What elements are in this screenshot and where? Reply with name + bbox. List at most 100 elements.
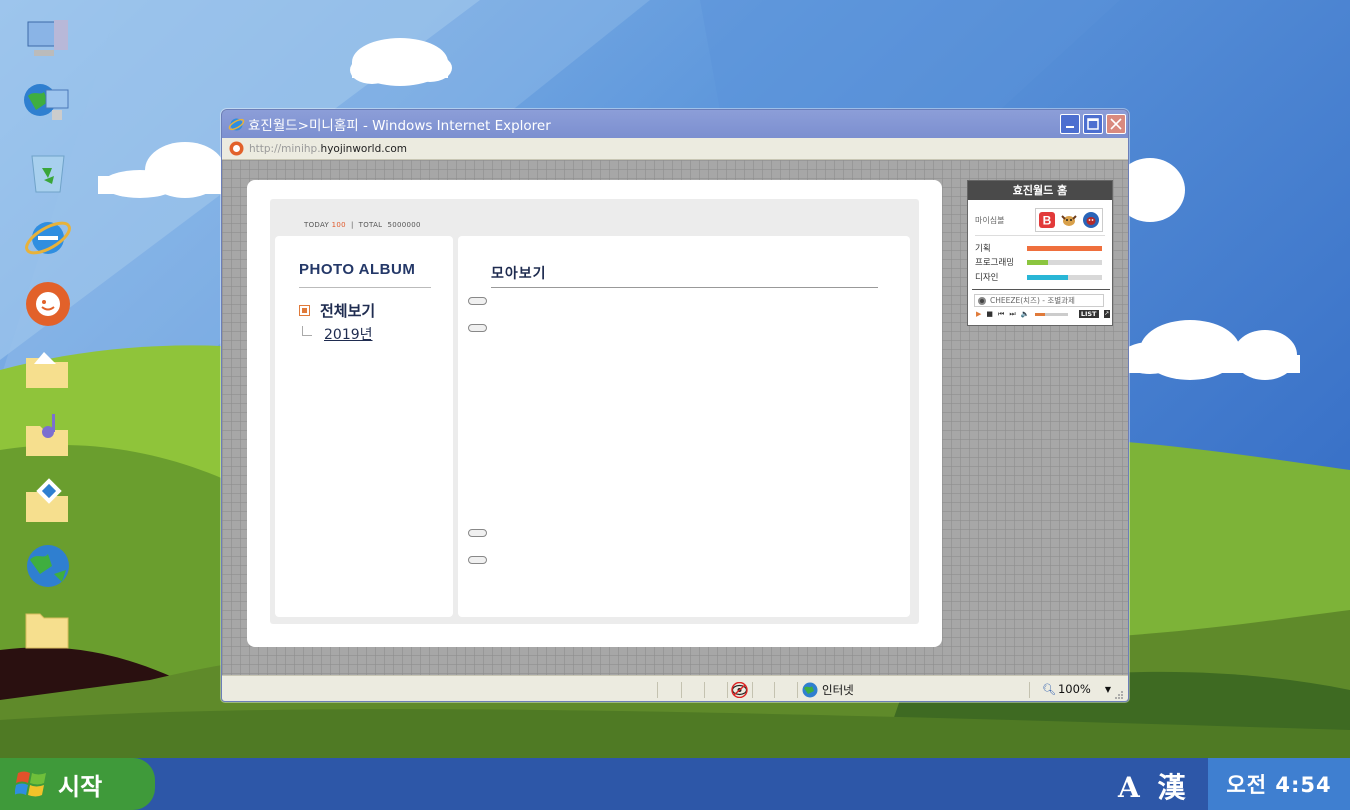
divider — [681, 682, 682, 698]
music-folder-icon[interactable] — [22, 410, 74, 462]
stat-design: 디자인 — [975, 271, 1105, 283]
previous-icon[interactable]: ⏮ — [998, 310, 1004, 318]
volume-slider[interactable] — [1035, 312, 1068, 316]
minihompy-book: TODAY 100 | TOTAL 5000000 PHOTO ALBUM 전체… — [270, 199, 919, 624]
stat-bar — [1027, 259, 1102, 265]
stat-fill — [1027, 259, 1048, 265]
tree-branch-icon — [302, 326, 312, 336]
start-button[interactable]: 시작 — [0, 758, 155, 810]
folder-icon[interactable] — [22, 604, 74, 656]
my-computer-icon[interactable] — [22, 14, 74, 66]
divider — [752, 682, 753, 698]
stop-icon[interactable]: ■ — [986, 310, 993, 318]
right-page: 모아보기 — [458, 236, 910, 617]
track-title: CHEEZE(치즈) - 조별과제 — [990, 296, 1075, 305]
music-player: CHEEZE(치즈) - 조별과제 ▶ ■ ⏮ ⏭ 🔈 LIST ↗ — [972, 289, 1110, 323]
playlist-button[interactable]: LIST — [1078, 310, 1099, 318]
widget-title[interactable]: 효진월드 홈 — [968, 181, 1112, 200]
my-symbol-row: 마이심볼 B — [975, 208, 1105, 232]
maximize-icon — [1087, 118, 1099, 130]
privacy-icon[interactable] — [731, 682, 748, 698]
clock[interactable]: 오전 4:54 — [1226, 769, 1331, 799]
globe-icon[interactable] — [22, 540, 74, 592]
window-title: 효진월드>미니홈피 - Windows Internet Explorer — [248, 118, 551, 134]
section-title: 모아보기 — [491, 266, 547, 282]
internet-zone-icon — [802, 682, 818, 698]
profile-widget: 효진월드 홈 마이심볼 B 기획 프로그래밍 디자인 CHEEZE(치즈) - … — [967, 180, 1113, 326]
divider — [491, 287, 878, 288]
system-tray: 오전 4:54 — [1208, 758, 1350, 810]
binder-ring — [468, 556, 487, 564]
documents-folder-icon[interactable] — [22, 476, 74, 528]
chevron-down-icon[interactable]: ▼ — [1105, 685, 1111, 694]
address-url[interactable]: http://minihp.hyojinworld.com — [249, 143, 407, 155]
play-icon[interactable]: ▶ — [976, 310, 981, 318]
security-zone[interactable]: 인터넷 — [802, 682, 854, 698]
visit-counter: TODAY 100 | TOTAL 5000000 — [304, 221, 421, 229]
stat-planning: 기획 — [975, 242, 1105, 254]
divider — [299, 287, 431, 288]
zone-label: 인터넷 — [822, 683, 854, 697]
binder-ring — [468, 529, 487, 537]
divider — [657, 682, 658, 698]
recycle-bin-icon[interactable] — [22, 146, 74, 198]
bull-icon[interactable] — [1081, 210, 1101, 230]
title-bar[interactable]: 효진월드>미니홈피 - Windows Internet Explorer — [222, 110, 1128, 138]
taskbar: 시작 A 漢 오전 4:54 — [0, 758, 1350, 810]
start-label: 시작 — [58, 772, 103, 801]
divider — [774, 682, 775, 698]
album-title: PHOTO ALBUM — [299, 261, 416, 278]
cyworld-icon[interactable] — [22, 278, 74, 330]
symbol-label: 마이심볼 — [975, 215, 1005, 225]
address-bar[interactable]: http://minihp.hyojinworld.com — [222, 138, 1128, 160]
maximize-button[interactable] — [1083, 114, 1103, 134]
selected-bullet-icon — [299, 305, 310, 316]
divider — [727, 682, 728, 698]
divider — [797, 682, 798, 698]
minimize-icon — [1066, 126, 1074, 128]
symbol-box: B — [1035, 208, 1103, 232]
divider — [1029, 682, 1030, 698]
track-display[interactable]: CHEEZE(치즈) - 조별과제 — [974, 294, 1104, 307]
b-badge-icon[interactable]: B — [1037, 210, 1057, 230]
internet-explorer-icon — [228, 118, 245, 130]
menu-item-label: 전체보기 — [320, 302, 376, 320]
total-count: 5000000 — [387, 221, 421, 229]
player-controls: ▶ ■ ⏮ ⏭ 🔈 LIST ↗ — [976, 310, 1110, 318]
status-bar: 인터넷 🔍︎ 100% ▼ — [222, 675, 1128, 701]
binder-ring — [468, 324, 487, 332]
binder-ring — [468, 297, 487, 305]
close-button[interactable] — [1106, 114, 1126, 134]
menu-item-all[interactable]: 전체보기 — [299, 300, 375, 321]
volume-fill — [1035, 312, 1046, 316]
today-count: 100 — [331, 221, 346, 229]
close-icon — [1110, 118, 1122, 130]
stat-fill — [1027, 245, 1102, 251]
stat-bar — [1027, 274, 1102, 280]
resize-grip-icon[interactable] — [1114, 690, 1124, 700]
divider — [704, 682, 705, 698]
expand-button[interactable]: ↗ — [1103, 310, 1110, 318]
pictures-folder-icon[interactable] — [22, 344, 74, 396]
menu-item-2019[interactable]: 2019년 — [302, 324, 373, 344]
left-page: PHOTO ALBUM 전체보기 2019년 — [275, 236, 453, 617]
stat-fill — [1027, 274, 1069, 280]
stat-programming: 프로그래밍 — [975, 256, 1105, 268]
ime-indicator[interactable]: A 漢 — [1118, 766, 1189, 806]
minihompy-frame: TODAY 100 | TOTAL 5000000 PHOTO ALBUM 전체… — [247, 180, 942, 647]
minimize-button[interactable] — [1060, 114, 1080, 134]
stat-bar — [1027, 245, 1102, 251]
magnifier-icon: 🔍︎ — [1042, 682, 1056, 696]
divider — [975, 235, 1105, 236]
volume-icon[interactable]: 🔈 — [1021, 310, 1030, 318]
browser-window[interactable]: 효진월드>미니홈피 - Windows Internet Explorer ht… — [221, 109, 1129, 702]
network-icon[interactable] — [22, 80, 74, 132]
next-icon[interactable]: ⏭ — [1009, 310, 1015, 318]
menu-item-label[interactable]: 2019년 — [324, 324, 373, 344]
site-favicon-icon — [229, 141, 244, 156]
svg-text:B: B — [1043, 214, 1052, 228]
zoom-control[interactable]: 🔍︎ 100% ▼ — [1042, 682, 1111, 696]
internet-explorer-icon[interactable] — [22, 212, 74, 264]
page-viewport: TODAY 100 | TOTAL 5000000 PHOTO ALBUM 전체… — [222, 160, 1128, 675]
cow-icon[interactable] — [1059, 210, 1079, 230]
